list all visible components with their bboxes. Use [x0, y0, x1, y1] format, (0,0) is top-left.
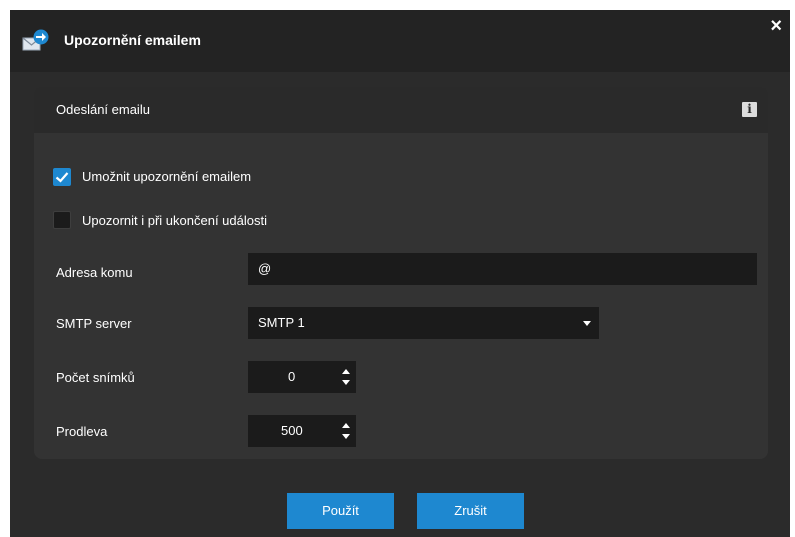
increment-arrow-icon[interactable]: [342, 369, 350, 374]
notify-on-end-checkbox[interactable]: [53, 211, 71, 229]
recipient-label: Adresa komu: [56, 265, 133, 280]
cancel-button[interactable]: Zrušit: [417, 493, 524, 529]
chevron-down-icon: [583, 321, 591, 326]
email-notification-icon: [22, 29, 50, 53]
enable-email-label[interactable]: Umožnit upozornění emailem: [82, 169, 251, 184]
smtp-server-label: SMTP server: [56, 316, 132, 331]
frame-count-label: Počet snímků: [56, 370, 135, 385]
delay-label: Prodleva: [56, 424, 108, 439]
email-notification-dialog: Upozornění emailem × Odeslání emailu i U…: [10, 10, 790, 537]
decrement-arrow-icon[interactable]: [342, 380, 350, 385]
panel-title: Odeslání emailu: [56, 102, 150, 117]
email-settings-panel: Odeslání emailu i Umožnit upozornění ema…: [34, 87, 768, 459]
recipient-input[interactable]: @: [248, 253, 757, 285]
frame-count-value: 0: [288, 369, 296, 384]
smtp-server-value: SMTP 1: [258, 315, 305, 330]
title-bar: Upozornění emailem ×: [10, 10, 790, 72]
increment-arrow-icon[interactable]: [342, 423, 350, 428]
checkmark-icon: [55, 172, 69, 183]
smtp-server-select[interactable]: SMTP 1: [248, 307, 599, 339]
frame-count-spinbox[interactable]: 0: [248, 361, 356, 393]
delay-spinbox[interactable]: 500: [248, 415, 356, 447]
panel-header: Odeslání emailu i: [34, 87, 768, 133]
dialog-title: Upozornění emailem: [64, 32, 201, 48]
close-icon[interactable]: ×: [770, 16, 782, 36]
info-icon[interactable]: i: [742, 102, 757, 117]
enable-email-checkbox[interactable]: [53, 168, 71, 186]
apply-button[interactable]: Použít: [287, 493, 394, 529]
delay-value: 500: [281, 423, 303, 438]
notify-on-end-label[interactable]: Upozornit i při ukončení události: [82, 213, 267, 228]
decrement-arrow-icon[interactable]: [342, 434, 350, 439]
recipient-value: @: [258, 261, 272, 276]
